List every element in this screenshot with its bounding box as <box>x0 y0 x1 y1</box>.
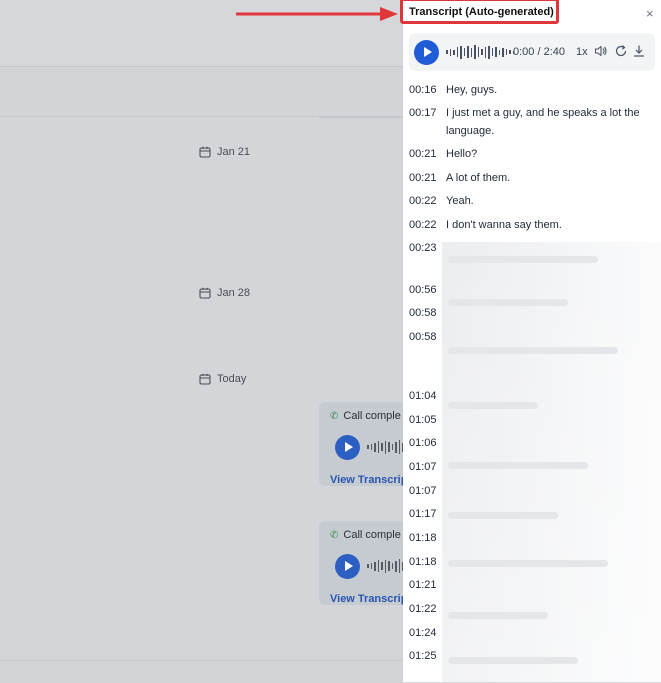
annotation-arrow <box>236 7 398 21</box>
timestamp[interactable]: 01:07 <box>409 458 437 476</box>
panel-header: Transcript (Auto-generated) × <box>400 0 661 28</box>
call-status: ✆ Call comple <box>330 529 401 541</box>
timestamp[interactable]: 00:58 <box>409 304 437 322</box>
line-text: A lot of them. <box>446 172 511 184</box>
phone-icon: ✆ <box>330 410 339 422</box>
playback-time: 0:00 / 2:40 <box>513 46 565 58</box>
view-transcript-link[interactable]: View Transcrip <box>330 593 407 605</box>
timestamp[interactable]: 01:21 <box>409 576 437 594</box>
timestamp[interactable]: 00:58 <box>409 328 437 346</box>
date-label: Jan 28 <box>217 287 251 299</box>
timestamp[interactable]: 01:18 <box>409 553 437 571</box>
timestamp[interactable]: 01:05 <box>409 411 437 429</box>
timestamp[interactable]: 01:18 <box>409 529 437 547</box>
timestamp[interactable]: 01:07 <box>409 482 437 500</box>
line-text: Yeah. <box>446 195 474 207</box>
call-status: ✆ Call comple <box>330 410 401 422</box>
speed-button[interactable]: 1x <box>576 46 588 58</box>
timestamp[interactable]: 00:17 <box>409 104 437 122</box>
bottom-bar <box>0 660 403 683</box>
view-transcript-link[interactable]: View Transcrip <box>330 474 407 486</box>
redacted-transcript-area <box>442 242 661 682</box>
date-separator: Jan 21 <box>199 146 250 158</box>
timestamp[interactable]: 01:24 <box>409 624 437 642</box>
volume-icon[interactable] <box>594 44 608 58</box>
timestamp[interactable]: 00:22 <box>409 192 437 210</box>
timestamp[interactable]: 00:23 <box>409 239 437 257</box>
timestamp[interactable]: 00:22 <box>409 216 437 234</box>
play-button[interactable] <box>335 554 360 579</box>
timestamp[interactable]: 01:22 <box>409 600 437 618</box>
timestamp[interactable]: 00:16 <box>409 81 437 99</box>
phone-icon: ✆ <box>330 529 339 541</box>
calendar-icon <box>199 146 211 158</box>
timestamp[interactable]: 01:04 <box>409 387 437 405</box>
timestamp[interactable]: 01:17 <box>409 505 437 523</box>
transcript-panel: Transcript (Auto-generated) × 0:00 / 2:4… <box>400 0 661 682</box>
play-icon[interactable] <box>414 40 439 65</box>
waveform[interactable] <box>446 44 514 60</box>
timestamp[interactable]: 01:06 <box>409 434 437 452</box>
date-separator: Jan 28 <box>199 287 250 299</box>
panel-title: Transcript (Auto-generated) <box>409 6 554 18</box>
refresh-icon[interactable] <box>614 44 628 58</box>
date-label: Jan 21 <box>217 146 251 158</box>
line-text: I don't wanna say them. <box>446 219 562 231</box>
date-label: Today <box>217 373 247 385</box>
calendar-icon <box>199 287 211 299</box>
timestamp[interactable]: 00:21 <box>409 169 437 187</box>
play-button[interactable] <box>335 435 360 460</box>
divider <box>319 116 403 118</box>
timestamp[interactable]: 00:56 <box>409 281 437 299</box>
calendar-icon <box>199 373 211 385</box>
timestamp[interactable]: 00:21 <box>409 145 437 163</box>
date-separator: Today <box>199 373 246 385</box>
close-icon[interactable]: × <box>646 7 654 20</box>
line-text: I just met a guy, and he speaks a lot th… <box>446 107 640 137</box>
timestamp[interactable]: 01:25 <box>409 647 437 665</box>
line-text: Hey, guys. <box>446 84 498 96</box>
line-text: Hello? <box>446 148 478 160</box>
download-icon[interactable] <box>632 44 646 58</box>
audio-player: 0:00 / 2:40 1x <box>409 33 655 71</box>
